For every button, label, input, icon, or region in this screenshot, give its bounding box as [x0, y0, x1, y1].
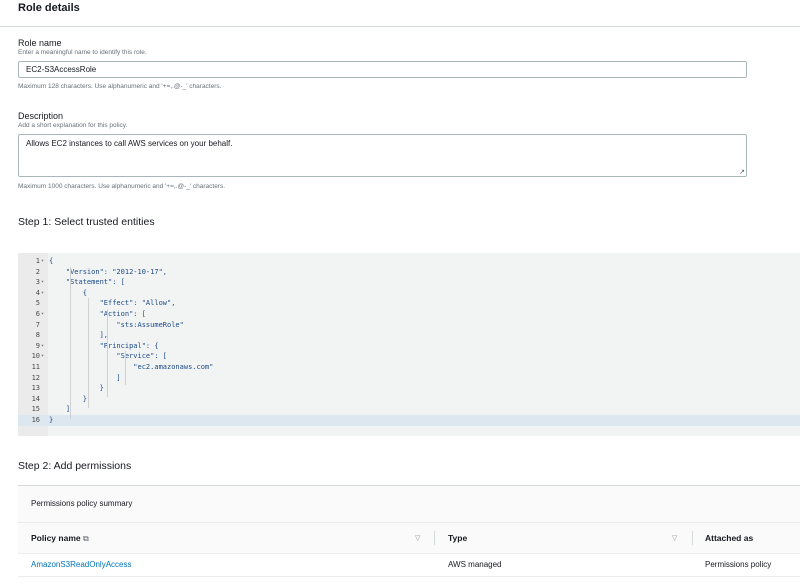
- row-divider: [18, 576, 800, 577]
- code-text: ]: [49, 405, 71, 414]
- code-line[interactable]: 7 "sts:AssumeRole": [18, 320, 800, 331]
- fold-caret-icon[interactable]: ▾: [41, 256, 44, 267]
- code-text: }: [49, 394, 87, 403]
- code-line[interactable]: 12 ]: [18, 373, 800, 384]
- code-text: {: [49, 257, 54, 265]
- trust-policy-editor[interactable]: 1 ▾{2 "Version": "2012-10-17", 3 ▾ "Stateme…: [18, 253, 800, 436]
- attached-as-cell: Permissions policy: [705, 560, 772, 569]
- line-number: 4: [35, 288, 40, 297]
- line-number: 15: [31, 405, 40, 414]
- line-number: 16: [31, 416, 40, 424]
- column-header-policy-name[interactable]: Policy name ⧉: [31, 533, 89, 544]
- role-name-label: Role name: [18, 38, 62, 48]
- resize-grip-icon[interactable]: ↗: [739, 168, 745, 176]
- code-text: "Service": [: [49, 352, 168, 361]
- code-line[interactable]: 10 ▾ "Service": [: [18, 351, 800, 362]
- role-name-input[interactable]: [18, 61, 747, 78]
- code-line[interactable]: 15 ]: [18, 404, 800, 415]
- indent-guide: [70, 267, 71, 419]
- fold-caret-icon[interactable]: ▾: [41, 277, 44, 288]
- table-header: Policy name ⧉ ▽ Type ▽ Attached as: [18, 523, 800, 554]
- role-name-constraint: Maximum 128 characters. Use alphanumeric…: [18, 83, 222, 90]
- role-name-hint: Enter a meaningful name to identify this…: [18, 49, 147, 56]
- policy-name-link[interactable]: AmazonS3ReadOnlyAccess: [31, 560, 132, 569]
- code-line[interactable]: 9 ▾ "Principal": {: [18, 341, 800, 352]
- fold-caret-icon[interactable]: ▾: [41, 351, 44, 362]
- code-line[interactable]: 3 ▾ "Statement": [: [18, 277, 800, 288]
- description-textarea[interactable]: Allows EC2 instances to call AWS service…: [18, 134, 747, 177]
- line-number: 11: [31, 363, 40, 371]
- column-header-type[interactable]: Type: [448, 533, 467, 543]
- line-number: 13: [31, 384, 40, 393]
- indent-guide: [107, 309, 108, 397]
- policy-type-cell: AWS managed: [448, 560, 502, 569]
- code-line[interactable]: 16}: [18, 415, 800, 426]
- line-number: 14: [31, 394, 40, 403]
- description-field-wrap: Allows EC2 instances to call AWS service…: [18, 134, 747, 177]
- code-text: }: [49, 416, 54, 424]
- line-number: 2: [35, 267, 40, 276]
- code-line[interactable]: 13 }: [18, 383, 800, 394]
- fold-caret-icon[interactable]: ▾: [41, 288, 44, 299]
- line-number: 3: [35, 278, 40, 287]
- line-number: 1: [35, 257, 40, 265]
- code-text: {: [49, 288, 87, 297]
- external-link-icon[interactable]: ⧉: [83, 534, 89, 543]
- line-number: 12: [31, 373, 40, 382]
- code-line[interactable]: 1 ▾ {: [18, 256, 800, 267]
- indent-guide: [125, 351, 126, 385]
- column-header-attached-as[interactable]: Attached as: [705, 533, 753, 543]
- step2-title: Step 2: Add permissions: [18, 460, 132, 472]
- code-text: "Statement": [: [49, 278, 125, 287]
- permissions-summary-title: Permissions policy summary: [31, 499, 133, 508]
- indent-guide: [88, 298, 89, 408]
- permissions-table: Permissions policy summary Policy name ⧉…: [18, 485, 800, 578]
- code-text: "ec2.amazonaws.com": [49, 363, 214, 371]
- code-line[interactable]: 11 "ec2.amazonaws.com": [18, 362, 800, 373]
- description-hint: Add a short explanation for this policy.: [18, 122, 128, 129]
- section-title-role-details: Role details: [18, 2, 80, 14]
- code-text: ],: [49, 331, 109, 340]
- line-number: 5: [35, 299, 40, 308]
- code-text: "Effect": "Allow",: [49, 299, 176, 308]
- sort-caret-icon[interactable]: ▽: [672, 534, 677, 542]
- code-text: }: [49, 384, 104, 393]
- description-constraint: Maximum 1000 characters. Use alphanumeri…: [18, 183, 226, 190]
- code-text: "Action": [: [49, 310, 146, 318]
- line-number: 8: [35, 331, 40, 340]
- line-number: 7: [35, 320, 40, 329]
- code-line[interactable]: 2 "Version": "2012-10-17",: [18, 267, 800, 278]
- code-text: "Version": "2012-10-17",: [49, 267, 168, 276]
- line-number: 10: [31, 352, 40, 361]
- code-line[interactable]: 8 ],: [18, 330, 800, 341]
- column-separator[interactable]: [692, 531, 693, 545]
- code-line[interactable]: 14 }: [18, 394, 800, 405]
- code-text: "Principal": {: [49, 341, 159, 350]
- code-text: ]: [49, 373, 121, 382]
- step1-title: Step 1: Select trusted entities: [18, 216, 155, 228]
- line-number: 9: [35, 341, 40, 350]
- sort-caret-icon[interactable]: ▽: [415, 534, 420, 542]
- line-number: 6: [35, 310, 40, 318]
- code-line[interactable]: 5 "Effect": "Allow",: [18, 298, 800, 309]
- column-separator[interactable]: [434, 531, 435, 545]
- permissions-summary-bar: Permissions policy summary: [18, 486, 800, 523]
- fold-caret-icon[interactable]: ▾: [41, 341, 44, 352]
- fold-caret-icon[interactable]: ▾: [41, 309, 44, 320]
- code-line[interactable]: 6 ▾ "Action": [: [18, 309, 800, 320]
- code-line[interactable]: 4 ▾ {: [18, 288, 800, 299]
- description-label: Description: [18, 111, 64, 121]
- section-divider: [0, 26, 800, 27]
